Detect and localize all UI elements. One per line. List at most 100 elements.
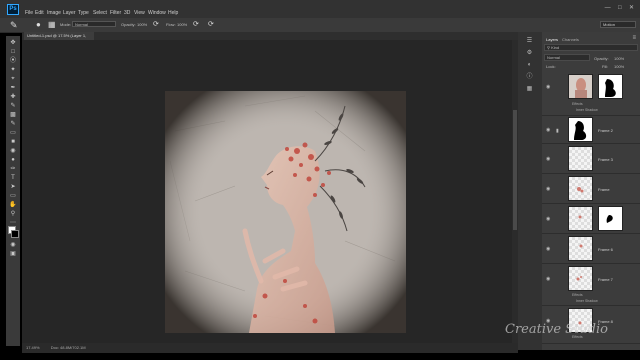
menu-view[interactable]: View — [134, 10, 145, 16]
flow-value[interactable]: 100% — [177, 22, 187, 27]
gradient-icon[interactable]: ■ — [9, 139, 17, 145]
eye-icon[interactable]: ◉ — [546, 217, 552, 222]
screen-mode-icon[interactable]: ▣ — [9, 251, 17, 257]
document-info[interactable]: Doc: 48.8M/702.1M — [51, 345, 86, 350]
shape-icon[interactable]: ▭ — [9, 193, 17, 199]
brush-tool-icon[interactable]: ✎ — [9, 103, 17, 109]
stamp-icon[interactable]: ▩ — [9, 112, 17, 118]
move-icon[interactable]: ✥ — [9, 40, 17, 46]
layer-effects-label[interactable]: Effects — [572, 102, 583, 106]
layer-row[interactable]: ◉ ▮ Frame 2 — [542, 116, 640, 144]
blur-icon[interactable]: ◉ — [9, 148, 17, 154]
eye-icon[interactable]: ◉ — [546, 128, 552, 133]
layer-name[interactable]: Frame 2 — [598, 128, 613, 133]
menu-image[interactable]: Image — [47, 10, 61, 16]
layer-thumbnail — [568, 236, 593, 261]
menu-window[interactable]: Window — [148, 10, 166, 16]
layer-thumbnail — [568, 176, 593, 201]
maximize-icon[interactable]: □ — [618, 5, 622, 11]
eye-icon[interactable]: ◉ — [546, 157, 552, 162]
eye-icon[interactable]: ◉ — [546, 247, 552, 252]
artwork-canvas[interactable] — [165, 91, 406, 333]
layer-filter[interactable]: ⚲ Kind — [544, 44, 638, 51]
fill-value[interactable]: 100% — [614, 64, 624, 69]
eraser-icon[interactable]: ▭ — [9, 130, 17, 136]
menu-3d[interactable]: 3D — [124, 10, 130, 16]
close-icon[interactable]: ✕ — [629, 5, 634, 11]
crop-icon[interactable]: ⌖ — [9, 76, 17, 82]
brush-panel-icon[interactable]: ▦ — [48, 20, 56, 29]
menu-bar: Ps File Edit Image Layer Type Select Fil… — [0, 0, 640, 18]
layer-row[interactable]: ◉ Effects Inner Shadow — [542, 72, 640, 116]
marquee-icon[interactable]: □ — [9, 49, 17, 55]
menu-file[interactable]: File — [25, 10, 33, 16]
layer-row[interactable]: ◉ — [542, 204, 640, 234]
layer-mask-thumbnail[interactable] — [598, 206, 623, 231]
history-panel-icon[interactable]: ☰ — [525, 38, 534, 45]
status-bar: 17.49% Doc: 48.8M/702.1M — [22, 343, 518, 353]
pen-icon[interactable]: ✑ — [9, 166, 17, 172]
menu-select[interactable]: Select — [93, 10, 107, 16]
info-panel-icon[interactable]: ⓘ — [525, 74, 534, 81]
path-select-icon[interactable]: ➤ — [9, 184, 17, 190]
zoom-icon[interactable]: ⚲ — [9, 211, 17, 217]
eye-icon[interactable]: ◉ — [546, 187, 552, 192]
layers-panel: Layers Channels ≡ ⚲ Kind Normal Opacity:… — [542, 32, 640, 350]
healing-icon[interactable]: ✚ — [9, 94, 17, 100]
inner-shadow-effect[interactable]: Inner Shadow — [576, 108, 598, 112]
layer-opacity-value[interactable]: 100% — [614, 56, 624, 61]
brush-preset-icon[interactable]: ● — [36, 20, 41, 29]
window-controls: — □ ✕ — [605, 4, 634, 11]
layer-name[interactable]: Frame — [598, 187, 610, 192]
zoom-level[interactable]: 17.49% — [26, 345, 40, 350]
scroll-thumb[interactable] — [513, 110, 517, 230]
brush-icon[interactable]: ✎ — [10, 20, 18, 31]
menu-filter[interactable]: Filter — [110, 10, 121, 16]
swatches-panel-icon[interactable]: ▦ — [525, 86, 534, 93]
layer-mask-thumbnail[interactable] — [598, 74, 623, 99]
dodge-icon[interactable]: ● — [9, 157, 17, 163]
layer-thumbnail — [568, 74, 593, 99]
lasso-icon[interactable]: ⦿ — [9, 58, 17, 64]
minimize-icon[interactable]: — — [605, 5, 611, 11]
background-color-swatch[interactable] — [11, 230, 19, 238]
eye-icon[interactable]: ◉ — [546, 85, 552, 90]
inner-shadow-effect[interactable]: Inner Shadow — [576, 299, 598, 303]
type-icon[interactable]: T — [9, 175, 17, 181]
layer-name[interactable]: Frame 3 — [598, 157, 613, 162]
layer-row[interactable]: ◉ Frame 6 — [542, 234, 640, 264]
panel-icon-strip: ☰ ⚙ ◐ ⓘ ▦ — [518, 32, 542, 350]
opacity-value[interactable]: 100% — [137, 22, 147, 27]
options-bar: ✎ ● ▦ Mode: Normal Opacity: 100% ⟳ Flow:… — [0, 18, 640, 33]
layer-name[interactable]: Frame 6 — [598, 247, 613, 252]
layer-row[interactable]: ◉ Frame 7 Effects Inner Shadow — [542, 264, 640, 306]
pressure-opacity-icon[interactable]: ⟳ — [153, 20, 159, 28]
properties-panel-icon[interactable]: ⚙ — [525, 50, 534, 57]
adjustments-panel-icon[interactable]: ◐ — [525, 62, 534, 69]
menu-layer[interactable]: Layer — [63, 10, 76, 16]
eyedropper-icon[interactable]: ✒ — [9, 85, 17, 91]
menu-edit[interactable]: Edit — [35, 10, 44, 16]
airbrush-icon[interactable]: ⟳ — [193, 20, 199, 28]
layer-name[interactable]: Frame 7 — [598, 277, 613, 282]
panel-menu-icon[interactable]: ≡ — [632, 35, 636, 41]
hand-icon[interactable]: ✋ — [9, 202, 17, 208]
mode-select[interactable]: Normal — [72, 21, 116, 27]
menu-help[interactable]: Help — [168, 10, 178, 16]
tab-channels[interactable]: Channels — [562, 37, 579, 42]
quick-mask-icon[interactable]: ◉ — [9, 242, 17, 248]
layer-row[interactable]: ◉ Frame — [542, 174, 640, 204]
eye-icon[interactable]: ◉ — [546, 277, 552, 282]
mode-value: Normal — [75, 22, 88, 27]
quick-select-icon[interactable]: ✦ — [9, 67, 17, 73]
history-brush-icon[interactable]: ✎ — [9, 121, 17, 127]
document-tab[interactable]: Untitled-1.psd @ 17.5% (Layer 1, RGB/8)* — [24, 32, 94, 46]
pressure-size-icon[interactable]: ⟳ — [208, 20, 214, 28]
layer-thumbnail — [568, 146, 593, 171]
menu-type[interactable]: Type — [78, 10, 89, 16]
layer-effects-label[interactable]: Effects — [572, 293, 583, 297]
tab-layers[interactable]: Layers — [546, 37, 558, 42]
layer-row[interactable]: ◉ Frame 3 — [542, 144, 640, 174]
blend-mode-select[interactable]: Normal — [544, 54, 590, 61]
workspace-switcher[interactable]: Motion — [600, 21, 636, 28]
